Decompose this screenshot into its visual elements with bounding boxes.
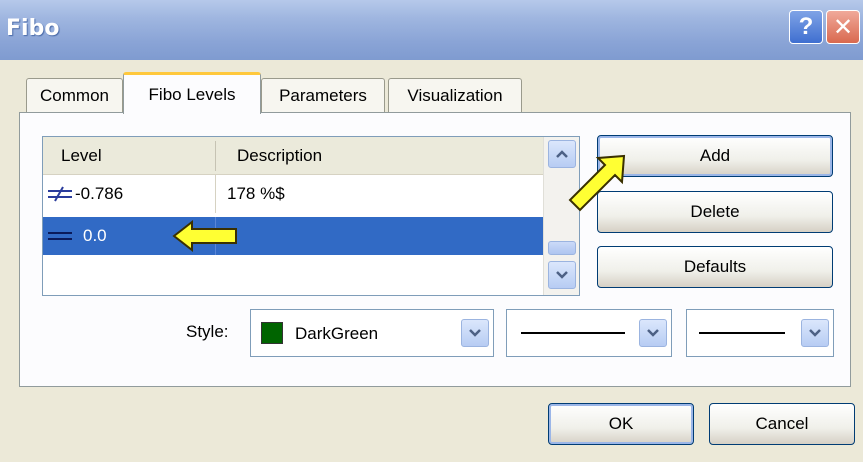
table-row[interactable]: -0.786 178 %$ — [43, 175, 543, 213]
window-title: Fibo — [6, 16, 60, 41]
color-name: DarkGreen — [295, 324, 379, 343]
delete-button-label: Delete — [690, 202, 740, 221]
add-button-label: Add — [699, 146, 731, 165]
cancel-button[interactable]: Cancel — [709, 403, 855, 445]
line-style-select[interactable] — [506, 309, 672, 357]
tab-visualization[interactable]: Visualization — [388, 78, 522, 112]
chevron-down-icon[interactable] — [801, 319, 829, 347]
level-value: -0.786 — [75, 184, 124, 203]
level-line-icon — [47, 175, 73, 213]
tab-label: Fibo Levels — [148, 84, 236, 104]
color-select[interactable]: DarkGreen — [250, 309, 494, 357]
tab-label: Parameters — [279, 85, 367, 105]
ok-button[interactable]: OK — [548, 403, 694, 445]
column-header-level[interactable]: Level — [61, 137, 102, 175]
style-label: Style: — [186, 322, 229, 341]
add-button[interactable]: Add — [597, 135, 833, 177]
chevron-down-icon — [556, 271, 568, 279]
tab-fibo-levels[interactable]: Fibo Levels — [123, 72, 261, 114]
chevron-down-icon[interactable] — [461, 319, 489, 347]
level-line-icon — [47, 217, 73, 255]
table-row-selected[interactable]: 0.0 — [43, 217, 543, 255]
color-swatch — [261, 322, 283, 344]
defaults-button-label: Defaults — [683, 257, 747, 276]
column-divider — [215, 175, 216, 213]
tab-label: Common — [40, 85, 109, 105]
list-header: Level Description — [43, 137, 543, 175]
help-button[interactable]: ? — [789, 10, 823, 44]
help-icon: ? — [798, 13, 814, 40]
line-width-sample — [699, 332, 785, 334]
pointer-arrow-icon — [172, 220, 237, 252]
pointer-arrow-icon — [568, 154, 626, 212]
line-style-sample — [521, 332, 625, 334]
column-divider — [215, 141, 216, 171]
close-icon: ✕ — [832, 13, 854, 41]
close-button[interactable]: ✕ — [826, 10, 860, 44]
scroll-down-button[interactable] — [548, 261, 576, 289]
cancel-button-label: Cancel — [755, 414, 809, 433]
delete-button[interactable]: Delete — [597, 191, 833, 233]
levels-list[interactable]: Level Description -0.786 178 %$ 0.0 — [42, 136, 580, 296]
ok-button-label: OK — [608, 414, 634, 433]
tab-common[interactable]: Common — [26, 78, 123, 112]
tab-parameters[interactable]: Parameters — [261, 78, 385, 112]
level-description: 178 %$ — [227, 184, 285, 203]
line-width-select[interactable] — [686, 309, 834, 357]
title-bar: Fibo ? ✕ — [0, 0, 863, 60]
level-value: 0.0 — [83, 226, 107, 245]
chevron-down-icon[interactable] — [639, 319, 667, 347]
tab-label: Visualization — [407, 85, 503, 105]
defaults-button[interactable]: Defaults — [597, 246, 833, 288]
scroll-thumb[interactable] — [548, 241, 576, 255]
column-header-description[interactable]: Description — [237, 137, 322, 175]
